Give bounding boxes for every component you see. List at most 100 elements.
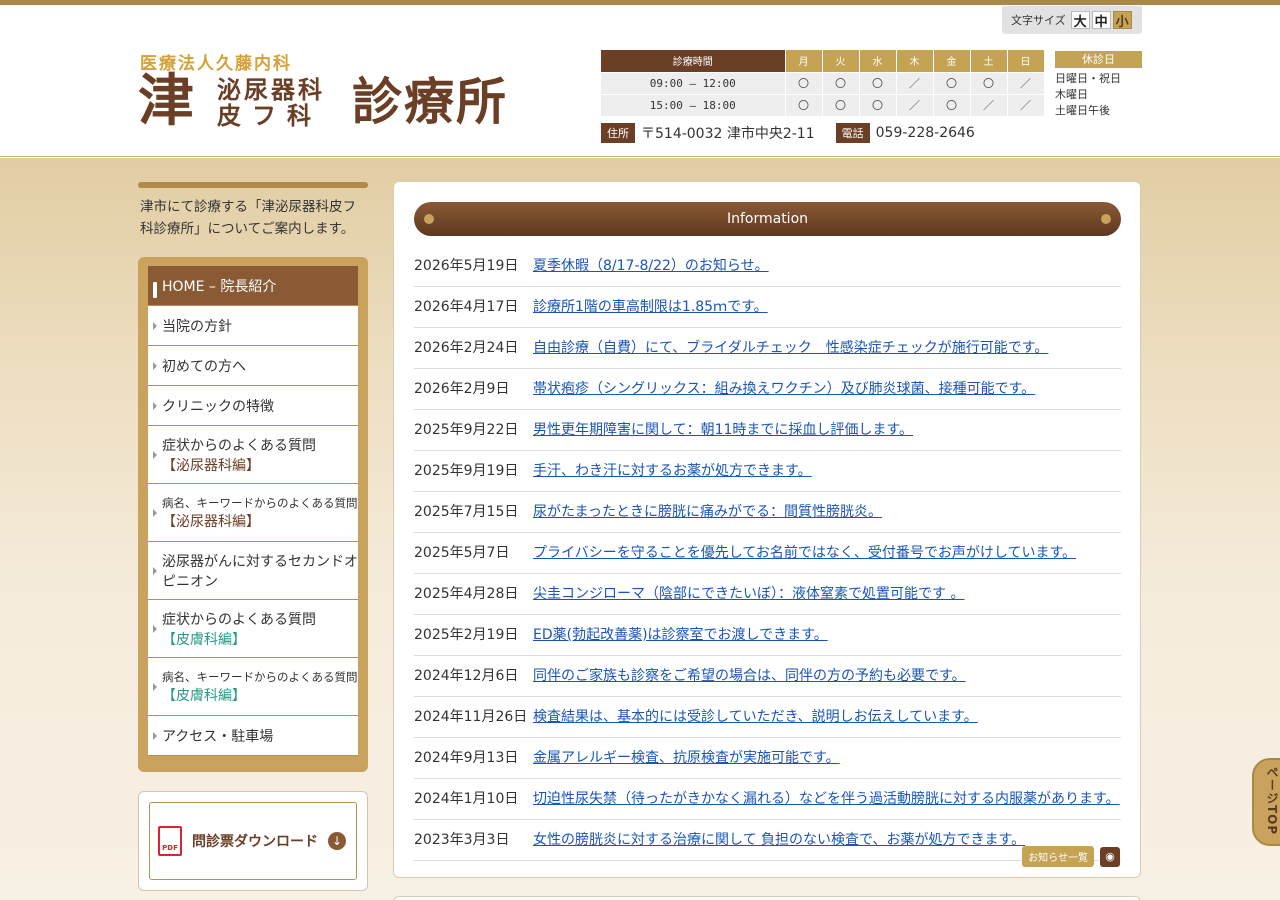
news-date: 2025年9月19日	[414, 463, 519, 479]
news-date: 2025年9月22日	[414, 422, 519, 438]
day-header: 火	[822, 50, 860, 73]
news-link[interactable]: 男性更年期障害に関して：朝11時までに採血し評価します。	[533, 420, 913, 441]
news-link[interactable]: プライバシーを守ることを優先してお名前ではなく、受付番号でお声がけしています。	[533, 543, 1076, 564]
news-link[interactable]: 自由診療（自費）にて、ブライダルチェック 性感染症チェックが施行可能です。	[533, 338, 1048, 359]
news-date: 2023年3月3日	[414, 832, 510, 848]
font-size-medium-button[interactable]: 中	[1091, 11, 1111, 30]
nav-label: 病名、キーワードからのよくある質問	[162, 669, 358, 684]
hours-mark: ／	[1007, 72, 1045, 95]
news-list: 2026年5月19日 夏季休暇（8/17-8/22）のお知らせ。 2026年4月17…	[414, 246, 1121, 861]
nav-item-access[interactable]: アクセス・駐車場	[148, 716, 358, 756]
font-size-large-button[interactable]: 大	[1070, 11, 1090, 30]
nav-item-second-opinion[interactable]: 泌尿器がんに対するセカンドオピニオン	[148, 542, 358, 600]
news-item: 2024年12月6日 同伴のご家族も診察をご希望の場合は、同伴の方の予約も必要です…	[414, 656, 1121, 697]
download-label: 問診票ダウンロード	[192, 834, 318, 850]
nav-sublabel: 【皮膚科編】	[162, 631, 246, 648]
news-item: 2026年5月19日 夏季休暇（8/17-8/22）のお知らせ。	[414, 246, 1121, 287]
day-header: 月	[785, 50, 823, 73]
news-list-button[interactable]: お知らせ一覧	[1022, 846, 1094, 867]
news-item: 2025年5月7日 プライバシーを守ることを優先してお名前ではなく、受付番号でお声…	[414, 533, 1121, 574]
news-date: 2025年4月28日	[414, 586, 519, 602]
day-header: 水	[859, 50, 897, 73]
news-footer: お知らせ一覧 ◉	[1022, 846, 1120, 867]
holiday-item: 土曜日午後	[1055, 104, 1110, 117]
nav-label: 症状からのよくある質問	[162, 437, 316, 454]
bullet-icon	[1101, 214, 1111, 224]
nav-item-faq-keyword-derm[interactable]: 病名、キーワードからのよくある質問 【皮膚科編】	[148, 658, 358, 716]
day-header: 日	[1007, 50, 1045, 73]
logo-clinic[interactable]: 診療所	[352, 77, 508, 127]
news-link[interactable]: 同伴のご家族も診察をご希望の場合は、同伴の方の予約も必要です。	[533, 666, 966, 687]
news-item: 2023年3月3日 女性の膀胱炎に対する治療に関して 負担のない検査で、お薬が処方…	[414, 820, 1121, 861]
nav-item-first-visit[interactable]: 初めての方へ	[148, 346, 358, 386]
information-title: Information	[726, 211, 809, 227]
holiday-list: 日曜日・祝日 木曜日 土曜日午後	[1055, 71, 1121, 119]
download-arrow-icon: ↓	[328, 832, 346, 850]
logo-tsu[interactable]: 津	[138, 73, 194, 129]
news-item: 2025年9月22日 男性更年期障害に関して：朝11時までに採血し評価します。	[414, 410, 1121, 451]
news-item: 2024年1月10日 切迫性尿失禁（待ったがきかなく漏れる）などを伴う過活動膀胱に…	[414, 779, 1121, 820]
nav-item-faq-symptom-derm[interactable]: 症状からのよくある質問 【皮膚科編】	[148, 600, 358, 658]
news-link[interactable]: ED薬(勃起改善薬)は診察室でお渡しできます。	[533, 625, 828, 646]
sidebar-nav: HOME – 院長紹介 当院の方針 初めての方へ クリニックの特徴 症状からのよ…	[138, 257, 368, 772]
nav-item-features[interactable]: クリニックの特徴	[148, 386, 358, 426]
hours-mark: ／	[1007, 94, 1045, 117]
holiday-item: 木曜日	[1055, 88, 1088, 101]
news-link[interactable]: 帯状疱疹（シングリックス：組み換えワクチン）及び肺炎球菌、接種可能です。	[533, 379, 1035, 400]
hours-mark: 〇	[933, 94, 971, 117]
download-box: PDF 問診票ダウンロード ↓	[138, 791, 368, 891]
news-date: 2026年4月17日	[414, 299, 519, 315]
main-content: Information 2026年5月19日 夏季休暇（8/17-8/22）のお知…	[393, 181, 1141, 878]
page-top-button[interactable]: ページTOP	[1252, 758, 1280, 846]
news-date: 2024年12月6日	[414, 668, 519, 684]
address-value: 〒514-0032 津市中央2-11	[641, 126, 815, 142]
news-link[interactable]: 女性の膀胱炎に対する治療に関して 負担のない検査で、お薬が処方できます。	[533, 830, 1025, 851]
news-item: 2024年9月13日 金属アレルギー検査、抗原検査が実施可能です。	[414, 738, 1121, 779]
nav-item-faq-symptom-urology[interactable]: 症状からのよくある質問 【泌尿器科編】	[148, 426, 358, 484]
nav-item-faq-keyword-urology[interactable]: 病名、キーワードからのよくある質問 【泌尿器科編】	[148, 484, 358, 542]
information-header: Information	[414, 202, 1121, 236]
news-link[interactable]: 尖圭コンジローマ（陰部にできたいぼ）：液体窒素で処置可能です 。	[533, 584, 964, 605]
news-date: 2024年9月13日	[414, 750, 519, 766]
day-header: 木	[896, 50, 934, 73]
news-link[interactable]: 検査結果は、基本的には受診していただき、説明しお伝えしています。	[533, 707, 978, 728]
news-date: 2024年11月26日	[414, 709, 528, 725]
holiday-title: 休診日	[1055, 51, 1142, 68]
day-header: 土	[970, 50, 1008, 73]
intro-divider	[138, 182, 368, 188]
news-link[interactable]: 金属アレルギー検査、抗原検査が実施可能です。	[533, 748, 840, 769]
logo-dept-urology: 泌尿器科	[217, 75, 325, 104]
logo-departments[interactable]: 泌尿器科 皮フ科	[217, 77, 325, 129]
hours-mark: 〇	[933, 72, 971, 95]
news-link[interactable]: 手汗、わき汗に対するお薬が処方できます。	[533, 461, 812, 482]
nav-item-home[interactable]: HOME – 院長紹介	[148, 266, 358, 306]
news-link[interactable]: 切迫性尿失禁（待ったがきかなく漏れる）などを伴う過活動膀胱に対する内服薬がありま…	[533, 789, 1120, 810]
news-link[interactable]: 尿がたまったときに膀胱に痛みがでる：間質性膀胱炎。	[533, 502, 882, 523]
nav-item-policy[interactable]: 当院の方針	[148, 306, 358, 346]
news-item: 2025年2月19日 ED薬(勃起改善薬)は診察室でお渡しできます。	[414, 615, 1121, 656]
hours-mark: 〇	[785, 94, 823, 117]
news-link[interactable]: 診療所1階の車高制限は1.85ｍです。	[533, 297, 768, 318]
news-link[interactable]: 夏季休暇（8/17-8/22）のお知らせ。	[533, 256, 769, 277]
nav-sublabel: 【泌尿器科編】	[162, 513, 260, 530]
news-item: 2026年2月9日 帯状疱疹（シングリックス：組み換えワクチン）及び肺炎球菌、接種…	[414, 369, 1121, 410]
nav-label: 病名、キーワードからのよくある質問	[162, 495, 358, 510]
news-item: 2025年7月15日 尿がたまったときに膀胱に痛みがでる：間質性膀胱炎。	[414, 492, 1121, 533]
download-button[interactable]: PDF 問診票ダウンロード ↓	[149, 802, 357, 880]
holiday-item: 日曜日・祝日	[1055, 72, 1121, 85]
hours-time: 15:00 – 18:00	[601, 94, 786, 117]
news-date: 2025年7月15日	[414, 504, 519, 520]
tel-tag: 電話	[835, 123, 870, 143]
news-date: 2026年2月9日	[414, 381, 510, 397]
news-item: 2025年4月28日 尖圭コンジローマ（陰部にできたいぼ）：液体窒素で処置可能です…	[414, 574, 1121, 615]
font-size-small-button[interactable]: 小	[1112, 11, 1132, 30]
page-top-label: ページTOP	[1265, 766, 1279, 836]
rss-icon[interactable]: ◉	[1100, 846, 1120, 867]
bullet-icon	[424, 214, 434, 224]
news-item: 2024年11月26日 検査結果は、基本的には受診していただき、説明しお伝えしてい…	[414, 697, 1121, 738]
hours-mark: ／	[896, 72, 934, 95]
tel-value[interactable]: 059-228-2646	[876, 125, 975, 141]
hours-mark: 〇	[785, 72, 823, 95]
nav-label: 泌尿器がんに対するセカンドオピニオン	[162, 553, 358, 590]
news-date: 2024年1月10日	[414, 791, 519, 807]
